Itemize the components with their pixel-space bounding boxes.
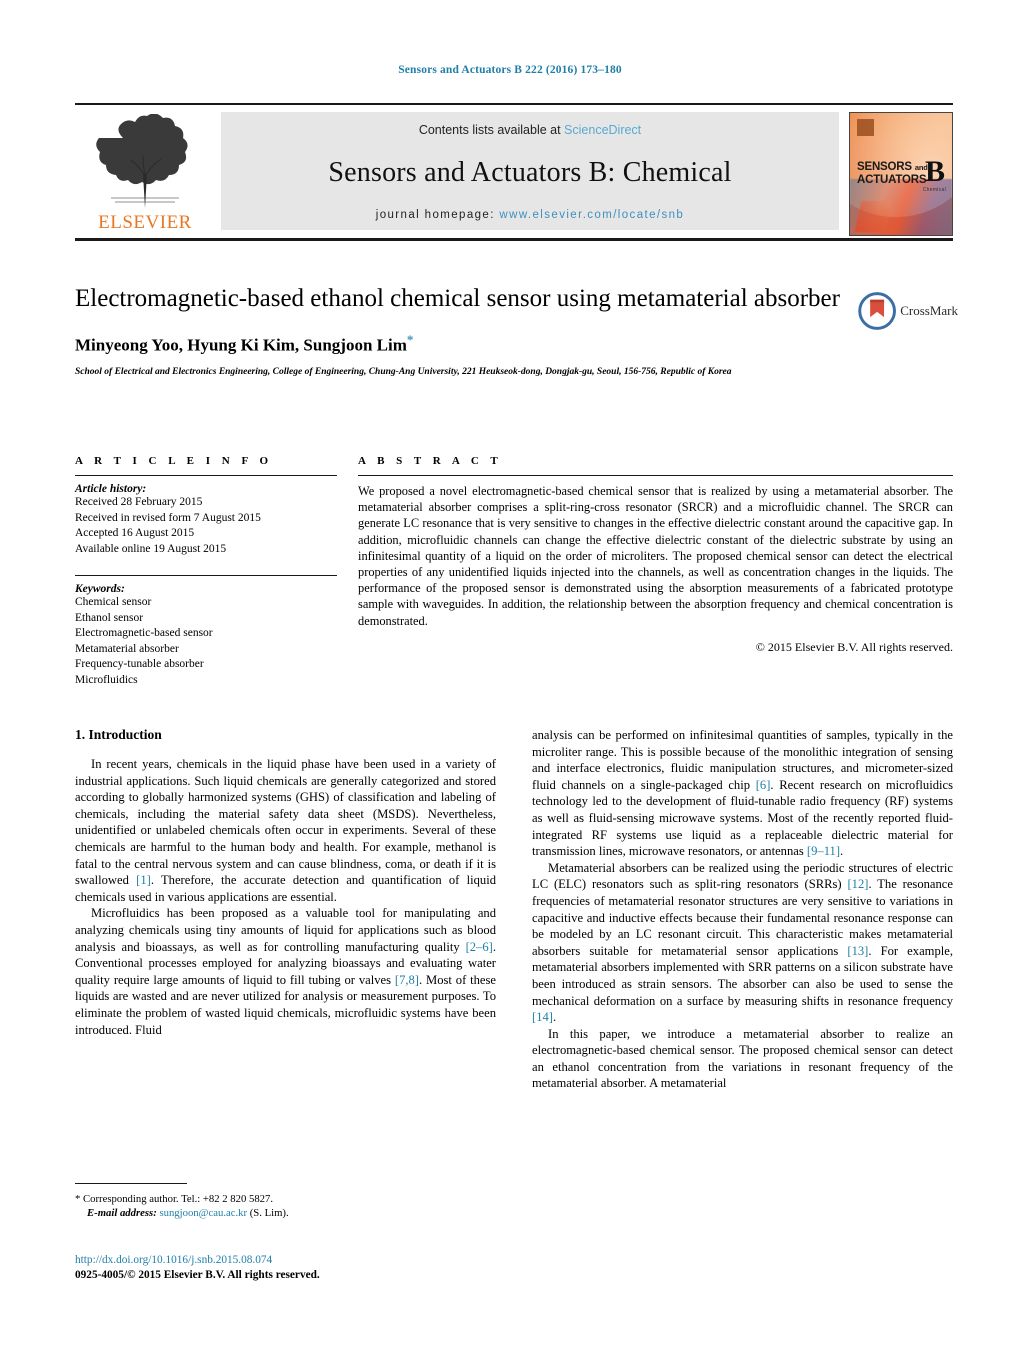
intro-paragraph: analysis can be performed on infinitesim…	[532, 728, 953, 859]
author-list: Minyeong Yoo, Hyung Ki Kim, Sungjoon Lim…	[75, 332, 865, 356]
email-label: E-mail address:	[87, 1207, 157, 1219]
elsevier-logo: ELSEVIER	[75, 112, 215, 236]
article-history-item: Accepted 16 August 2015	[75, 527, 195, 539]
keyword-item: Chemical sensor	[75, 596, 152, 608]
abstract-copyright: © 2015 Elsevier B.V. All rights reserved…	[755, 639, 953, 654]
body-column-right: analysis can be performed on infinitesim…	[532, 727, 953, 1092]
article-info-heading: A R T I C L E I N F O	[75, 455, 273, 467]
email-link[interactable]: sungjoon@cau.ac.kr	[159, 1207, 247, 1219]
citation-ref[interactable]: [6]	[756, 778, 771, 792]
body-columns: 1. Introduction In recent years, chemica…	[75, 727, 953, 1092]
corresponding-author-marker: *	[406, 332, 414, 347]
article-title-block: Electromagnetic-based ethanol chemical s…	[75, 283, 865, 379]
abstract-heading: A B S T R A C T	[358, 455, 503, 467]
journal-title: Sensors and Actuators B: Chemical	[328, 157, 732, 188]
abstract-column: A B S T R A C T We proposed a novel elec…	[358, 455, 953, 655]
corresponding-author-note: * Corresponding author. Tel.: +82 2 820 …	[75, 1192, 496, 1206]
intro-paragraph: Metamaterial absorbers can be realized u…	[532, 860, 953, 1025]
page-title: Electromagnetic-based ethanol chemical s…	[75, 285, 840, 312]
masthead-bottom-rule	[75, 238, 953, 241]
email-note: E-mail address: sungjoon@cau.ac.kr (S. L…	[75, 1206, 496, 1220]
citation-ref[interactable]: [13]	[847, 944, 868, 958]
keyword-item: Frequency-tunable absorber	[75, 658, 204, 670]
cover-series-letter: B	[924, 155, 945, 188]
article-info-divider	[75, 475, 337, 476]
author-affiliation: School of Electrical and Electronics Eng…	[75, 366, 732, 377]
issn-copyright: 0925-4005/© 2015 Elsevier B.V. All right…	[75, 1269, 320, 1281]
footnote-rule	[75, 1183, 187, 1184]
citation-ref[interactable]: [14]	[532, 1010, 553, 1024]
cover-line2: ACTUATORS	[857, 174, 927, 186]
article-history-item: Available online 19 August 2015	[75, 542, 227, 555]
citation-ref[interactable]: [1]	[136, 873, 151, 887]
intro-paragraph: In recent years, chemicals in the liquid…	[75, 757, 496, 904]
cover-title-text: SENSORS and ACTUATORS	[857, 161, 928, 187]
doi-block: http://dx.doi.org/10.1016/j.snb.2015.08.…	[75, 1253, 496, 1283]
section-heading-introduction: 1. Introduction	[75, 727, 162, 742]
journal-masthead: ELSEVIER Contents lists available at Sci…	[75, 103, 953, 236]
journal-homepage-link[interactable]: www.elsevier.com/locate/snb	[499, 209, 684, 221]
article-info-column: A R T I C L E I N F O Article history: R…	[75, 455, 337, 688]
article-history-item: Received in revised form 7 August 2015	[75, 511, 261, 524]
journal-article-page: Sensors and Actuators B 222 (2016) 173–1…	[0, 0, 1020, 1351]
corresponding-author-text: Corresponding author. Tel.: +82 2 820 58…	[83, 1193, 274, 1205]
cover-elsevier-mark-icon	[857, 119, 874, 136]
abstract-text: We proposed a novel electromagnetic-base…	[358, 484, 953, 628]
journal-cover-thumbnail[interactable]: SENSORS and ACTUATORS B Chemical	[849, 112, 953, 236]
keyword-item: Microfluidics	[75, 673, 138, 686]
elsevier-tree-icon	[96, 114, 188, 208]
keyword-item: Metamaterial absorber	[75, 642, 179, 655]
journal-homepage-line: journal homepage: www.elsevier.com/locat…	[376, 209, 684, 221]
footnote-block: * Corresponding author. Tel.: +82 2 820 …	[75, 1183, 496, 1220]
body-column-left: 1. Introduction In recent years, chemica…	[75, 727, 496, 1092]
author-names: Minyeong Yoo, Hyung Ki Kim, Sungjoon Lim	[75, 335, 407, 355]
crossmark-label: CrossMark	[900, 303, 958, 318]
crossmark-icon	[858, 292, 896, 330]
intro-paragraph: In this paper, we introduce a metamateri…	[532, 1026, 953, 1091]
keywords-divider	[75, 575, 337, 576]
homepage-prefix: journal homepage:	[375, 209, 500, 221]
keyword-item: Ethanol sensor	[75, 611, 144, 624]
footnote-marker: *	[75, 1193, 81, 1205]
keywords-title: Keywords:	[75, 583, 125, 595]
contents-available-line: Contents lists available at ScienceDirec…	[419, 123, 641, 137]
contents-prefix: Contents lists available at	[418, 123, 565, 137]
keyword-item: Electromagnetic-based sensor	[75, 627, 213, 639]
sciencedirect-link[interactable]: ScienceDirect	[564, 123, 641, 137]
keywords-block: Keywords: Chemical sensor Ethanol sensor…	[75, 583, 337, 688]
cover-series-sub: Chemical	[922, 187, 946, 193]
running-head: Sensors and Actuators B 222 (2016) 173–1…	[398, 64, 622, 76]
elsevier-wordmark: ELSEVIER	[98, 212, 192, 233]
crossmark-badge[interactable]: CrossMark	[858, 288, 958, 334]
citation-ref[interactable]: [12]	[847, 877, 868, 891]
doi-link[interactable]: http://dx.doi.org/10.1016/j.snb.2015.08.…	[75, 1253, 496, 1268]
email-owner: (S. Lim).	[249, 1207, 289, 1219]
abstract-divider	[358, 475, 953, 476]
masthead-center: Contents lists available at ScienceDirec…	[221, 112, 839, 230]
article-history-title: Article history:	[75, 483, 147, 495]
citation-ref[interactable]: [9–11]	[807, 844, 840, 858]
citation-ref[interactable]: [2–6]	[466, 940, 493, 954]
article-history-item: Received 28 February 2015	[75, 496, 203, 508]
citation-ref[interactable]: [7,8]	[395, 973, 419, 987]
intro-paragraph: Microfluidics has been proposed as a val…	[75, 906, 496, 1037]
cover-line1: SENSORS	[857, 161, 912, 173]
